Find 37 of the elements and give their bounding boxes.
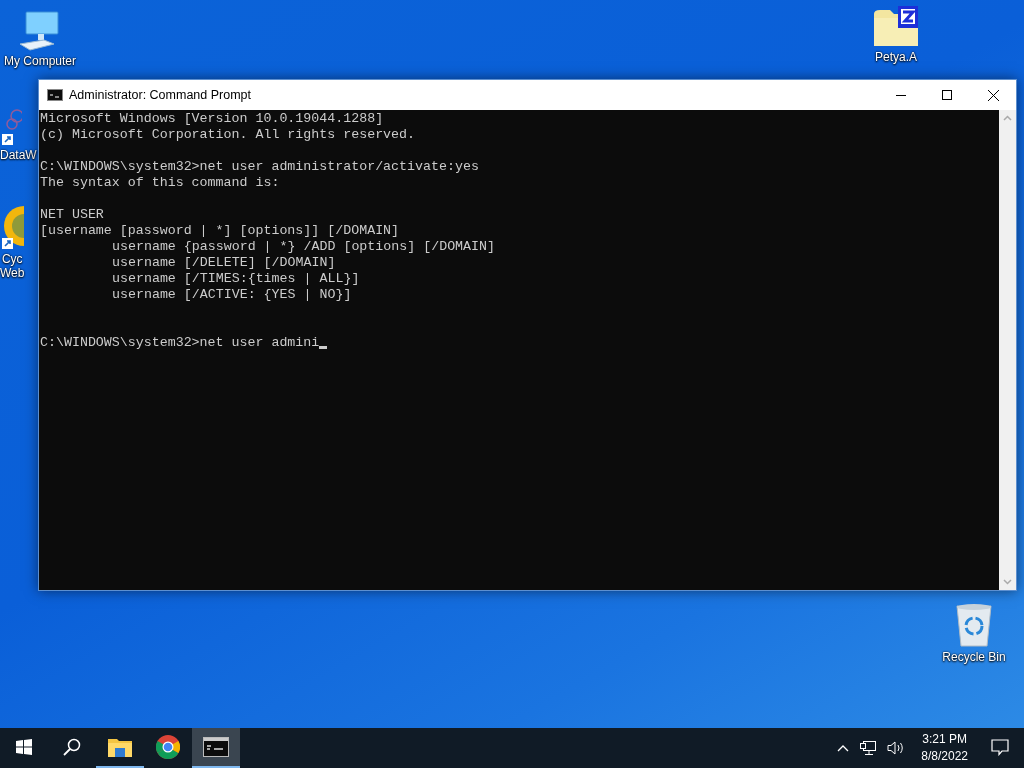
- search-icon: [63, 738, 81, 756]
- time-text: 3:21 PM: [922, 731, 967, 748]
- terminal-icon: [47, 89, 63, 101]
- clock[interactable]: 3:21 PM 8/8/2022: [921, 731, 968, 765]
- icon-label[interactable]: My Computer: [4, 54, 76, 68]
- console-line: The syntax of this command is:: [40, 175, 280, 191]
- terminal-icon: [203, 737, 229, 757]
- window-title: Administrator: Command Prompt: [69, 88, 252, 102]
- computer-icon: [18, 10, 62, 52]
- close-icon: [987, 89, 999, 101]
- console-line: [username [password | *] [options]] [/DOMAIN]: [40, 223, 400, 239]
- network-icon[interactable]: [859, 740, 878, 756]
- icon-label[interactable]: Recycle Bin: [942, 650, 1006, 664]
- folder-archive-icon: [872, 6, 920, 48]
- console-line: NET USER: [40, 207, 104, 223]
- console-line: Microsoft Windows [Version 10.0.19044.1288]: [40, 111, 384, 127]
- taskbar-app[interactable]: [192, 728, 240, 768]
- icon-label[interactable]: DataW: [0, 148, 37, 162]
- date-text: 8/8/2022: [921, 748, 968, 765]
- console-line: username [/DELETE] [/DOMAIN]: [111, 255, 336, 271]
- icon-label[interactable]: Cyc Web: [0, 252, 25, 280]
- console-line: C:\WINDOWS\system32>net user admini: [40, 335, 320, 351]
- folder-icon: [108, 737, 132, 757]
- chrome-icon: [156, 735, 180, 759]
- console-line: C:\WINDOWS\system32>net user administrator/activate:yes: [40, 159, 479, 175]
- speech-bubble-icon: [991, 738, 1009, 756]
- minimize-icon: [896, 94, 906, 96]
- windows-logo-icon: [16, 739, 32, 755]
- icon-label[interactable]: Petya.A: [875, 50, 917, 64]
- maximize-icon: [942, 90, 952, 100]
- console-line: username {password | *} /ADD [options] [/DOMAIN]: [111, 239, 495, 255]
- console-line: username [/ACTIVE: {YES | NO}]: [111, 287, 352, 303]
- recycle-bin-icon: [953, 602, 995, 648]
- chevron-up-icon[interactable]: [837, 744, 850, 752]
- console-line: (c) Microsoft Corporation. All rights reserved.: [40, 127, 416, 143]
- speaker-icon[interactable]: [887, 740, 906, 756]
- console-line: username [/TIMES:{times | ALL}]: [111, 271, 360, 287]
